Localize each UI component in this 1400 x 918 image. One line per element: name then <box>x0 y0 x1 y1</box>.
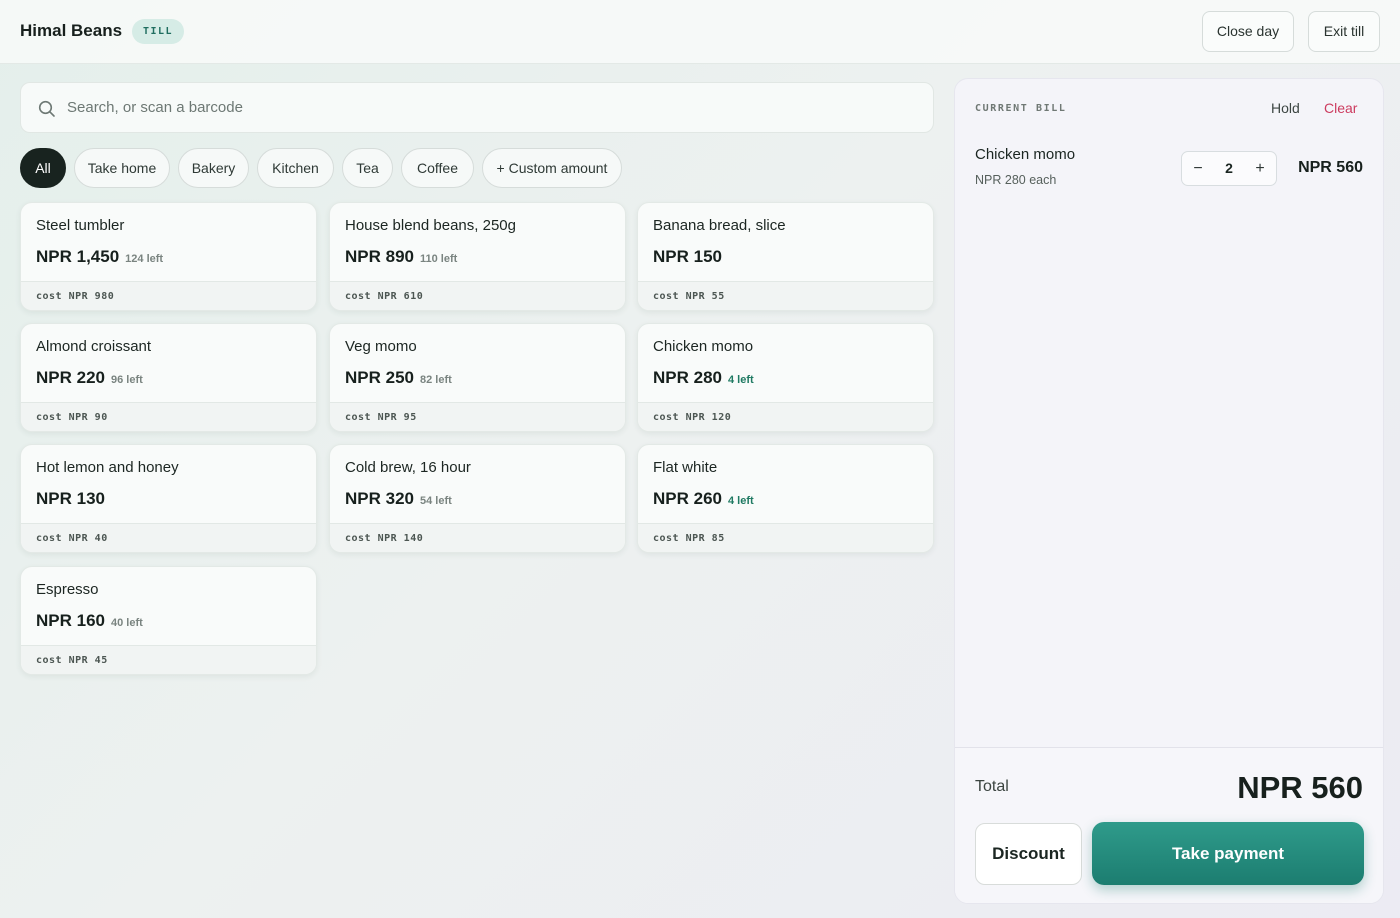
product-price-row: NPR 320 54 left <box>345 489 452 509</box>
product-price: NPR 260 <box>653 489 722 508</box>
product-price: NPR 320 <box>345 489 414 508</box>
product-name: House blend beans, 250g <box>345 217 516 234</box>
search-icon <box>38 100 56 118</box>
product-card-house-blend-beans[interactable]: House blend beans, 250g NPR 890 110 left … <box>329 202 626 311</box>
product-card-espresso[interactable]: Espresso NPR 160 40 left cost NPR 45 <box>20 566 317 675</box>
product-name: Banana bread, slice <box>653 217 786 234</box>
product-price: NPR 150 <box>653 247 722 266</box>
minus-icon: − <box>1193 160 1203 177</box>
hold-button[interactable]: Hold <box>1271 100 1300 116</box>
stock-count: 96 left <box>110 374 143 386</box>
product-name: Espresso <box>36 581 99 598</box>
total-value: NPR 560 <box>1237 770 1363 805</box>
category-chip-all[interactable]: All <box>20 148 66 188</box>
total-label: Total <box>975 778 1009 795</box>
product-name: Steel tumbler <box>36 217 125 234</box>
product-card-flat-white[interactable]: Flat white NPR 260 4 left cost NPR 85 <box>637 444 934 553</box>
product-cost: cost NPR 610 <box>330 281 625 310</box>
close-day-button[interactable]: Close day <box>1202 11 1294 52</box>
product-price-row: NPR 220 96 left <box>36 368 143 388</box>
bill-line-unit-price: NPR 280 each <box>975 173 1057 187</box>
category-chip-kitchen[interactable]: Kitchen <box>257 148 334 188</box>
product-price-row: NPR 890 110 left <box>345 247 457 267</box>
top-bar: Himal Beans TILL Close day Exit till <box>0 0 1400 64</box>
product-name: Flat white <box>653 459 718 476</box>
bill-line-name: Chicken momo <box>975 146 1076 163</box>
category-chip-coffee[interactable]: Coffee <box>401 148 474 188</box>
quantity-stepper: − 2 + <box>1181 151 1277 186</box>
product-cost: cost NPR 95 <box>330 402 625 431</box>
product-cost: cost NPR 45 <box>21 645 316 674</box>
product-card-veg-momo[interactable]: Veg momo NPR 250 82 left cost NPR 95 <box>329 323 626 432</box>
till-badge: TILL <box>132 19 185 44</box>
category-chip-bakery[interactable]: Bakery <box>178 148 249 188</box>
product-price-row: NPR 160 40 left <box>36 611 143 631</box>
product-name: Veg momo <box>345 338 417 355</box>
product-cost: cost NPR 120 <box>638 402 933 431</box>
product-cost: cost NPR 140 <box>330 523 625 552</box>
stock-count: 40 left <box>110 617 143 629</box>
product-price: NPR 130 <box>36 489 105 508</box>
bill-title: CURRENT BILL <box>975 103 1067 114</box>
product-price: NPR 250 <box>345 368 414 387</box>
product-card-banana-bread[interactable]: Banana bread, slice NPR 150 cost NPR 55 <box>637 202 934 311</box>
stock-count: 82 left <box>419 374 452 386</box>
product-price: NPR 280 <box>653 368 722 387</box>
increase-quantity-button[interactable]: + <box>1244 152 1276 185</box>
category-chip-take-home[interactable]: Take home <box>74 148 170 188</box>
plus-icon: + <box>1255 160 1265 177</box>
category-chip-tea[interactable]: Tea <box>342 148 393 188</box>
product-price-row: NPR 280 4 left <box>653 368 754 388</box>
bill-footer: Total NPR 560 Discount Take payment <box>955 747 1383 903</box>
exit-till-button[interactable]: Exit till <box>1308 11 1380 52</box>
product-price-row: NPR 250 82 left <box>345 368 452 388</box>
product-price-row: NPR 130 <box>36 489 105 509</box>
product-price-row: NPR 1,450 124 left <box>36 247 163 267</box>
stock-count: 54 left <box>419 495 452 507</box>
product-price-row: NPR 260 4 left <box>653 489 754 509</box>
custom-amount-chip[interactable]: + Custom amount <box>482 148 622 188</box>
low-stock-count: 4 left <box>727 374 754 386</box>
product-price: NPR 1,450 <box>36 247 120 266</box>
product-name: Almond croissant <box>36 338 152 355</box>
product-cost: cost NPR 40 <box>21 523 316 552</box>
product-card-almond-croissant[interactable]: Almond croissant NPR 220 96 left cost NPR… <box>20 323 317 432</box>
product-card-chicken-momo[interactable]: Chicken momo NPR 280 4 left cost NPR 120 <box>637 323 934 432</box>
discount-button[interactable]: Discount <box>975 823 1082 885</box>
product-card-steel-tumbler[interactable]: Steel tumbler NPR 1,450 124 left cost NPR… <box>20 202 317 311</box>
product-name: Hot lemon and honey <box>36 459 179 476</box>
product-card-cold-brew[interactable]: Cold brew, 16 hour NPR 320 54 left cost N… <box>329 444 626 553</box>
stock-count: 110 left <box>419 253 458 265</box>
stock-count: 124 left <box>125 253 164 265</box>
product-cost: cost NPR 90 <box>21 402 316 431</box>
product-price-row: NPR 150 <box>653 247 722 267</box>
product-name: Cold brew, 16 hour <box>345 459 471 476</box>
search-input[interactable] <box>67 83 907 132</box>
quantity-value: 2 <box>1225 160 1233 176</box>
current-bill-panel: CURRENT BILL Hold Clear Chicken momo NPR… <box>954 78 1384 904</box>
product-price: NPR 160 <box>36 611 105 630</box>
low-stock-count: 4 left <box>727 495 754 507</box>
product-cost: cost NPR 980 <box>21 281 316 310</box>
product-price: NPR 890 <box>345 247 414 266</box>
product-price: NPR 220 <box>36 368 105 387</box>
bill-line-total: NPR 560 <box>1298 159 1363 176</box>
decrease-quantity-button[interactable]: − <box>1182 152 1214 185</box>
search-bar <box>20 82 934 133</box>
product-cost: cost NPR 55 <box>638 281 933 310</box>
product-name: Chicken momo <box>653 338 754 355</box>
brand-name: Himal Beans <box>20 21 123 40</box>
product-cost: cost NPR 85 <box>638 523 933 552</box>
take-payment-button[interactable]: Take payment <box>1092 822 1364 885</box>
product-card-hot-lemon-honey[interactable]: Hot lemon and honey NPR 130 cost NPR 40 <box>20 444 317 553</box>
clear-button[interactable]: Clear <box>1324 100 1357 116</box>
